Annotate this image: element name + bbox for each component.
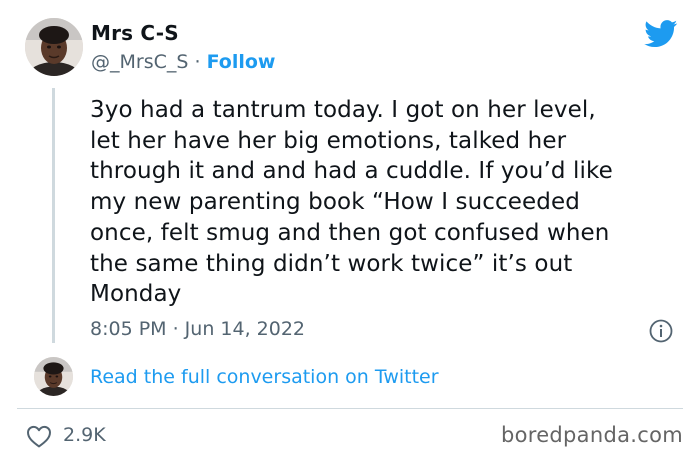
tweet-text-line: through it and and had a cuddle. If you’… xyxy=(90,158,613,185)
follow-button[interactable]: Follow xyxy=(207,51,276,73)
conversation-avatar[interactable] xyxy=(34,357,73,396)
read-conversation-link[interactable]: Read the full conversation on Twitter xyxy=(90,366,439,388)
author-display-name[interactable]: Mrs C-S xyxy=(91,21,179,45)
tweet-text: 3yo had a tantrum today. I got on her le… xyxy=(90,95,690,310)
avatar-photo xyxy=(34,357,73,396)
avatar-photo xyxy=(25,18,83,76)
like-count: 2.9K xyxy=(63,424,106,446)
author-handle-row: @_MrsC_S · Follow xyxy=(91,51,275,73)
handle-separator: · xyxy=(194,51,201,73)
thread-connector-line xyxy=(52,88,55,343)
tweet-timestamp[interactable]: 8:05 PM · Jun 14, 2022 xyxy=(90,318,305,340)
tweet-text-line: 3yo had a tantrum today. I got on her le… xyxy=(90,97,596,123)
source-watermark: boredpanda.com xyxy=(500,423,683,447)
author-avatar[interactable] xyxy=(25,18,83,76)
twitter-bird-icon[interactable] xyxy=(644,20,678,48)
heart-icon[interactable] xyxy=(26,425,52,448)
info-icon[interactable] xyxy=(649,319,673,343)
tweet-text-line: Monday xyxy=(90,281,182,308)
author-handle[interactable]: @_MrsC_S xyxy=(91,51,188,73)
divider xyxy=(17,408,683,409)
tweet-text-line: my new parenting book “How I succeeded xyxy=(90,189,580,216)
tweet-text-line: let her have her big emotions, talked he… xyxy=(90,127,567,154)
tweet-text-line: the same thing didn’t work twice” it’s o… xyxy=(90,250,573,277)
tweet-text-line: once, felt smug and then got confused wh… xyxy=(90,219,610,246)
